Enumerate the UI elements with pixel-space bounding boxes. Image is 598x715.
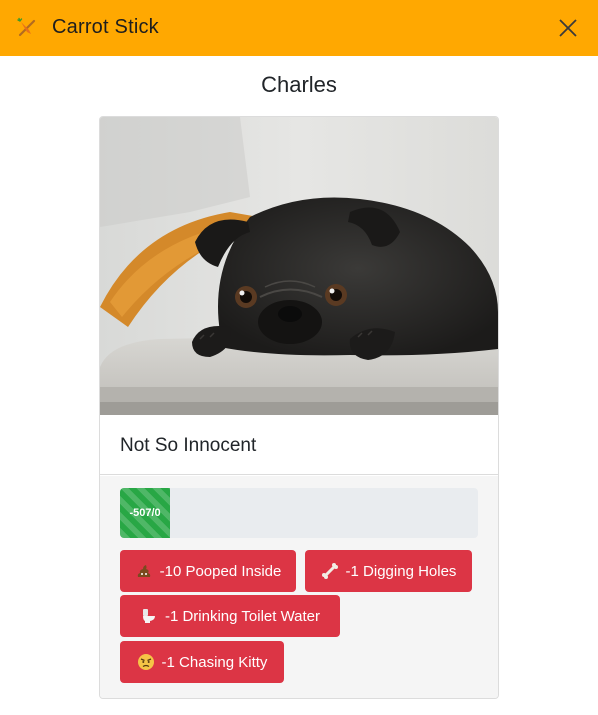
chasing-kitty-button[interactable]: -1 Chasing Kitty — [120, 641, 284, 683]
score-progress-bar: -507/0 — [120, 488, 171, 538]
bone-icon — [321, 562, 339, 580]
poop-icon — [135, 562, 153, 580]
toilet-icon — [140, 607, 158, 625]
drinking-toilet-water-button[interactable]: -1 Drinking Toilet Water — [120, 595, 340, 637]
digging-holes-label: -1 Digging Holes — [345, 562, 457, 580]
angry-face-icon — [137, 653, 155, 671]
carrot-stick-icon — [15, 16, 39, 40]
score-progress: -507/0 — [120, 488, 478, 538]
pet-card: Not So Innocent -507/0 -10 Pooped Inside… — [99, 116, 499, 699]
card-footer: -507/0 -10 Pooped Inside -1 Digging Hole… — [100, 476, 498, 698]
app-title: Carrot Stick — [52, 16, 159, 38]
close-button[interactable] — [556, 16, 580, 40]
top-bar: Carrot Stick — [0, 0, 598, 56]
pooped-inside-label: -10 Pooped Inside — [159, 562, 282, 580]
close-icon — [559, 19, 577, 37]
status-title: Not So Innocent — [120, 435, 257, 456]
pet-name: Charles — [261, 72, 337, 97]
digging-holes-button[interactable]: -1 Digging Holes — [305, 550, 472, 592]
drinking-toilet-water-label: -1 Drinking Toilet Water — [164, 607, 321, 625]
pug-photo — [100, 117, 498, 415]
card-body: Not So Innocent — [100, 415, 498, 475]
pooped-inside-button[interactable]: -10 Pooped Inside — [120, 550, 296, 592]
chasing-kitty-label: -1 Chasing Kitty — [161, 653, 268, 671]
